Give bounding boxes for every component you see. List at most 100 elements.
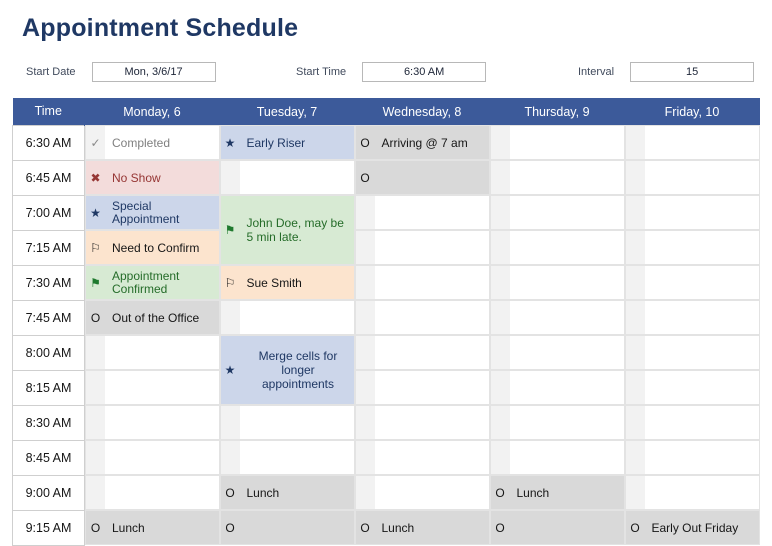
appointment-cell[interactable]: ⚑ John Doe, may be 5 min late. (219, 195, 355, 265)
appointment-cell[interactable]: O (219, 510, 355, 545)
appointment-text (509, 125, 625, 160)
appointment-cell[interactable] (354, 405, 490, 440)
table-row: 9:00 AM O Lunch O Lunch (12, 474, 760, 511)
appointment-text (374, 370, 490, 405)
appointment-cell[interactable] (85, 440, 220, 475)
time-label-cell: 7:30 AM (12, 264, 85, 301)
appointment-text (239, 510, 355, 545)
table-row: 8:00 AM ★ Merge cells for longer appointme… (12, 334, 760, 405)
appointment-cell[interactable]: O Lunch (85, 510, 220, 545)
status-icon-slot (489, 195, 510, 230)
appointment-cell[interactable] (354, 370, 490, 405)
schedule-table-container: Time Monday, 6 Tuesday, 7 Wednesday, 8 Thurs… (12, 98, 760, 546)
appointment-cell[interactable] (489, 195, 625, 230)
appointment-text: Special Appointment (105, 195, 220, 230)
time-label-cell: 8:30 AM (12, 404, 85, 441)
status-icon-slot (354, 230, 375, 265)
appointment-text (509, 160, 625, 195)
appointment-cell[interactable] (85, 370, 220, 405)
time-label-cell: 9:15 AM (12, 509, 85, 546)
appointment-cell[interactable] (624, 335, 760, 370)
appointment-cell[interactable] (489, 335, 625, 370)
table-row: 7:30 AM ⚑ Appointment Confirmed ⚐ Sue Smith (12, 264, 760, 301)
appointment-cell[interactable] (489, 125, 625, 160)
appointment-cell[interactable] (219, 405, 355, 440)
check-icon: ✓ (85, 125, 105, 160)
appointment-cell[interactable] (354, 440, 490, 475)
appointment-cell[interactable]: O Out of the Office (85, 300, 220, 335)
appointment-cell[interactable] (354, 300, 490, 335)
circle-icon: O (219, 475, 240, 510)
appointment-cell[interactable]: O Lunch (354, 510, 490, 545)
start-date-input[interactable]: Mon, 3/6/17 (91, 62, 216, 82)
appointment-cell[interactable] (219, 160, 355, 195)
appointment-text: No Show (105, 160, 220, 195)
appointment-cell[interactable] (624, 475, 760, 510)
appointment-cell[interactable] (624, 300, 760, 335)
status-icon-slot (624, 160, 645, 195)
circle-icon: O (354, 510, 375, 545)
table-row: 8:30 AM (12, 404, 760, 441)
appointment-cell[interactable] (489, 440, 625, 475)
appointment-cell[interactable] (85, 405, 220, 440)
appointment-cell[interactable] (489, 370, 625, 405)
appointment-cell[interactable] (624, 265, 760, 300)
status-icon-slot (489, 230, 510, 265)
appointment-cell[interactable] (624, 125, 760, 160)
status-icon-slot (624, 440, 645, 475)
appointment-cell[interactable] (219, 300, 355, 335)
status-icon-slot (624, 125, 645, 160)
start-time-input[interactable]: 6:30 AM (362, 62, 487, 82)
appointment-cell[interactable]: ⚑ Appointment Confirmed (85, 265, 220, 300)
appointment-cell[interactable] (354, 195, 490, 230)
flag-outline-icon: ⚐ (85, 230, 105, 265)
appointment-cell[interactable] (489, 405, 625, 440)
status-icon-slot (489, 440, 510, 475)
appointment-cell[interactable] (354, 230, 490, 265)
appointment-cell[interactable]: O (354, 160, 490, 195)
appointment-cell[interactable]: O Arriving @ 7 am (354, 125, 490, 160)
appointment-cell[interactable]: O Lunch (489, 475, 625, 510)
appointment-cell[interactable]: O Lunch (219, 475, 355, 510)
appointment-cell[interactable] (85, 475, 220, 510)
appointment-text (105, 335, 220, 370)
appointment-cell[interactable]: ⚐ Need to Confirm (85, 230, 220, 265)
appointment-cell[interactable] (354, 265, 490, 300)
appointment-cell[interactable]: ★ Merge cells for longer appointments (219, 335, 355, 405)
interval-input[interactable]: 15 (630, 62, 755, 82)
appointment-text (509, 335, 625, 370)
status-icon-slot (85, 335, 105, 370)
appointment-cell[interactable] (489, 160, 625, 195)
status-icon-slot (354, 405, 375, 440)
table-row: 9:15 AM O Lunch O O Lunch O O Early Out Friday (12, 509, 760, 546)
status-icon-slot (624, 300, 645, 335)
appointment-cell[interactable] (624, 405, 760, 440)
appointment-cell[interactable] (489, 265, 625, 300)
appointment-cell[interactable] (624, 440, 760, 475)
appointment-text: Arriving @ 7 am (374, 125, 490, 160)
appointment-cell[interactable] (624, 370, 760, 405)
appointment-cell[interactable] (354, 335, 490, 370)
appointment-cell[interactable]: O (489, 510, 625, 545)
appointment-cell[interactable]: ★ Early Riser (219, 125, 355, 160)
appointment-text (509, 405, 625, 440)
appointment-cell[interactable]: O Early Out Friday (624, 510, 760, 545)
appointment-cell[interactable]: ✓ Completed (85, 125, 220, 160)
appointment-cell[interactable]: ⚐ Sue Smith (219, 265, 355, 300)
appointment-cell[interactable] (219, 440, 355, 475)
appointment-text (644, 195, 760, 230)
appointment-cell[interactable] (354, 475, 490, 510)
status-icon-slot (624, 265, 645, 300)
time-label-cell: 8:00 AM (12, 334, 85, 371)
appointment-cell[interactable] (624, 195, 760, 230)
appointment-cell[interactable] (624, 230, 760, 265)
status-icon-slot (85, 440, 105, 475)
status-icon-slot (489, 370, 510, 405)
status-icon-slot (624, 370, 645, 405)
appointment-cell[interactable]: ★ Special Appointment (85, 195, 220, 230)
appointment-cell[interactable] (489, 300, 625, 335)
appointment-cell[interactable] (489, 230, 625, 265)
appointment-cell[interactable] (624, 160, 760, 195)
appointment-cell[interactable] (85, 335, 220, 370)
appointment-cell[interactable]: ✖ No Show (85, 160, 220, 195)
